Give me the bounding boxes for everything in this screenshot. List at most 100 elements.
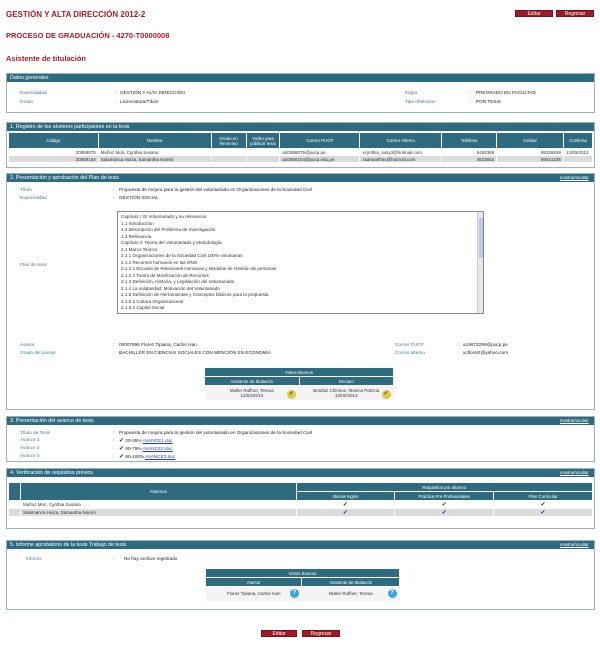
- pucp-email-label: Correo PUCP: [395, 342, 424, 347]
- table-row: Salamanca Huiza, Samantha Noemí ✔ ✔ ✔: [8, 508, 593, 517]
- colon: :: [113, 187, 115, 192]
- edit-button[interactable]: Editar: [261, 630, 297, 637]
- approvals-title: Vistos Buenos: [205, 568, 400, 578]
- col-header: Requisitos por alumno: [295, 482, 594, 492]
- cell: 95326539: [496, 148, 564, 156]
- advisor-degree-value: BACHILLER EN CIENCIAS SOCIALES CON MENCI…: [119, 350, 271, 355]
- approval-date: 12/03/2013: [240, 393, 264, 398]
- check-icon: ✔: [540, 502, 546, 508]
- pending-question-icon: ?: [387, 589, 397, 598]
- toggle-link[interactable]: mostrar/ocultar: [560, 470, 589, 475]
- colon: :: [113, 430, 115, 435]
- cell: [210, 155, 247, 163]
- col-header: Vo/Bo para publicar tesis: [245, 132, 281, 149]
- plan-label: Plan de tesis: [20, 262, 47, 267]
- colon: :: [113, 453, 115, 458]
- approval-cell: Muller Ruffner, Teresa 12/03/2013 ✔: [204, 385, 299, 400]
- panel-header: 3. Presentación del avance de tesis: [7, 417, 594, 425]
- cell: Muñoz Mori, Cynthia Susana: [97, 148, 212, 156]
- progress-range: 20-39%: [125, 438, 142, 443]
- progress-panel: 3. Presentación del avance de tesis: [6, 416, 595, 462]
- table-row: 20068154 Salamanca Huiza, Samantha Noemí…: [8, 155, 594, 163]
- alt-email-label: Correo alterno: [395, 350, 425, 355]
- cell: [245, 155, 281, 163]
- file-link[interactable]: AVANCE1.doc: [143, 438, 173, 443]
- approver-name: Muller Ruffner, Teresa: [328, 591, 373, 597]
- col-header: Grado en femenino: [210, 132, 247, 149]
- col-header: Decano: [298, 376, 394, 386]
- progress-label: Avance 3: [20, 453, 40, 458]
- title-label: Título: [20, 187, 32, 192]
- toggle-link[interactable]: mostrar/ocultar: [560, 175, 589, 180]
- progress-range: 60-79%: [125, 446, 142, 451]
- students-table: Código Nombre Grado en femenino Vo/Bo pa…: [8, 132, 594, 163]
- panel-header: 4. Verificación de requisitos previos: [7, 469, 594, 477]
- cell: 12/03/2013: [562, 148, 594, 156]
- progress-label: Avance 1: [20, 437, 40, 442]
- plan-textarea[interactable]: Capítulo I: El Voluntariado y su relevan…: [117, 211, 484, 314]
- approval-cell: Florez Tipiana, Carlos Ivan ?: [205, 586, 302, 601]
- progress-item: ✔ 80-100% AVANCE3.doc: [119, 453, 175, 460]
- plan-text: Capítulo I: El Voluntariado y su relevan…: [118, 212, 483, 313]
- col-header: Nombre: [97, 132, 212, 149]
- cell: a20068075@pucp.pe: [279, 148, 361, 156]
- file-link[interactable]: AVANCE2.doc: [143, 446, 173, 451]
- check-icon: ✔: [119, 446, 125, 452]
- title-value: Propuesta de mejora para la gestión del …: [119, 187, 312, 192]
- toggle-link[interactable]: mostrar/ocultar: [560, 418, 589, 423]
- report-approvals-table: Vistos Buenos Asesor Asistente de titula…: [204, 568, 400, 601]
- col-header: Correo Alterno: [359, 132, 443, 149]
- col-header: Correo PUCP: [279, 132, 361, 149]
- colon: :: [458, 350, 460, 355]
- colon: :: [458, 342, 460, 347]
- progress-label: Avance 2: [20, 445, 40, 450]
- scrollbar-thumb[interactable]: [479, 218, 483, 258]
- obtain-type-label: Tipo obtención: [405, 99, 436, 104]
- colon: :: [113, 437, 115, 442]
- cell: [210, 148, 247, 156]
- progress-item: ✔ 20-39% AVANCE1.doc: [119, 437, 173, 444]
- toggle-link[interactable]: mostrar/ocultar: [560, 542, 589, 547]
- back-button[interactable]: Regresar: [302, 630, 340, 637]
- cell: [245, 148, 281, 156]
- cell: [8, 500, 21, 509]
- panel-header: 1. Registro de los alumnos participantes…: [7, 123, 594, 131]
- approval-date: 12/03/2013: [334, 393, 358, 398]
- col-header: Plan Curricular: [493, 491, 593, 501]
- cell: xsamanthas@hotmail.com: [359, 155, 443, 163]
- col-header: Asesor: [204, 577, 303, 587]
- colon: :: [113, 350, 115, 355]
- cell: Muñoz Mori, Cynthia Susana: [19, 500, 297, 509]
- approval-cell: Bonifaz Chirinos, Monica Patricia 12/03/…: [299, 385, 394, 400]
- approvals-title: Vistos Buenos: [204, 367, 394, 377]
- col-header: Idioma Inglés: [295, 491, 396, 501]
- file-link[interactable]: AVANCE3.doc: [145, 454, 175, 459]
- panel-header: 2. Presentación y aprobación del Plan de…: [7, 174, 594, 182]
- thesis-title-label: Título de Tesis: [20, 430, 51, 435]
- back-button[interactable]: Regresar: [556, 10, 594, 17]
- advisor-degree-label: Grado del asesor: [20, 350, 56, 355]
- pucp-email-value: a19672299@pucp.pe: [463, 342, 508, 347]
- obtain-type-value: POR TESIS: [476, 99, 501, 104]
- cell: [8, 508, 21, 517]
- requirements-table: Alumnos Requisitos por alumno Idioma Ing…: [8, 482, 594, 517]
- table-row: Muñoz Mori, Cynthia Susana ✔ ✔ ✔: [8, 500, 593, 509]
- colon: :: [115, 99, 117, 104]
- specialty-value: GESTIÓN SOCIAL: [119, 195, 159, 200]
- check-icon: ✔: [119, 454, 125, 460]
- cell: xcynthia_susy3@hotmail.com: [359, 148, 443, 156]
- col-header: Teléfono: [441, 132, 498, 149]
- colon: :: [470, 90, 472, 95]
- col-header: Alumnos: [19, 482, 297, 501]
- cell: 20068154: [8, 155, 99, 163]
- section-subtitle: Asistente de titulación: [6, 54, 87, 63]
- cell: 98541236: [496, 155, 564, 163]
- scrollbar[interactable]: [477, 212, 483, 313]
- colon: :: [115, 90, 117, 95]
- page-title: GESTIÓN Y ALTA DIRECCIÓN 2012-2: [6, 10, 146, 19]
- cell: 5452369: [441, 148, 498, 156]
- stage-value: PREGRADO EN FACULTAD: [476, 90, 536, 95]
- cell: [562, 155, 594, 163]
- cell: a20068154@pucp.edu.pe: [279, 155, 361, 163]
- edit-button[interactable]: Editar: [515, 10, 553, 17]
